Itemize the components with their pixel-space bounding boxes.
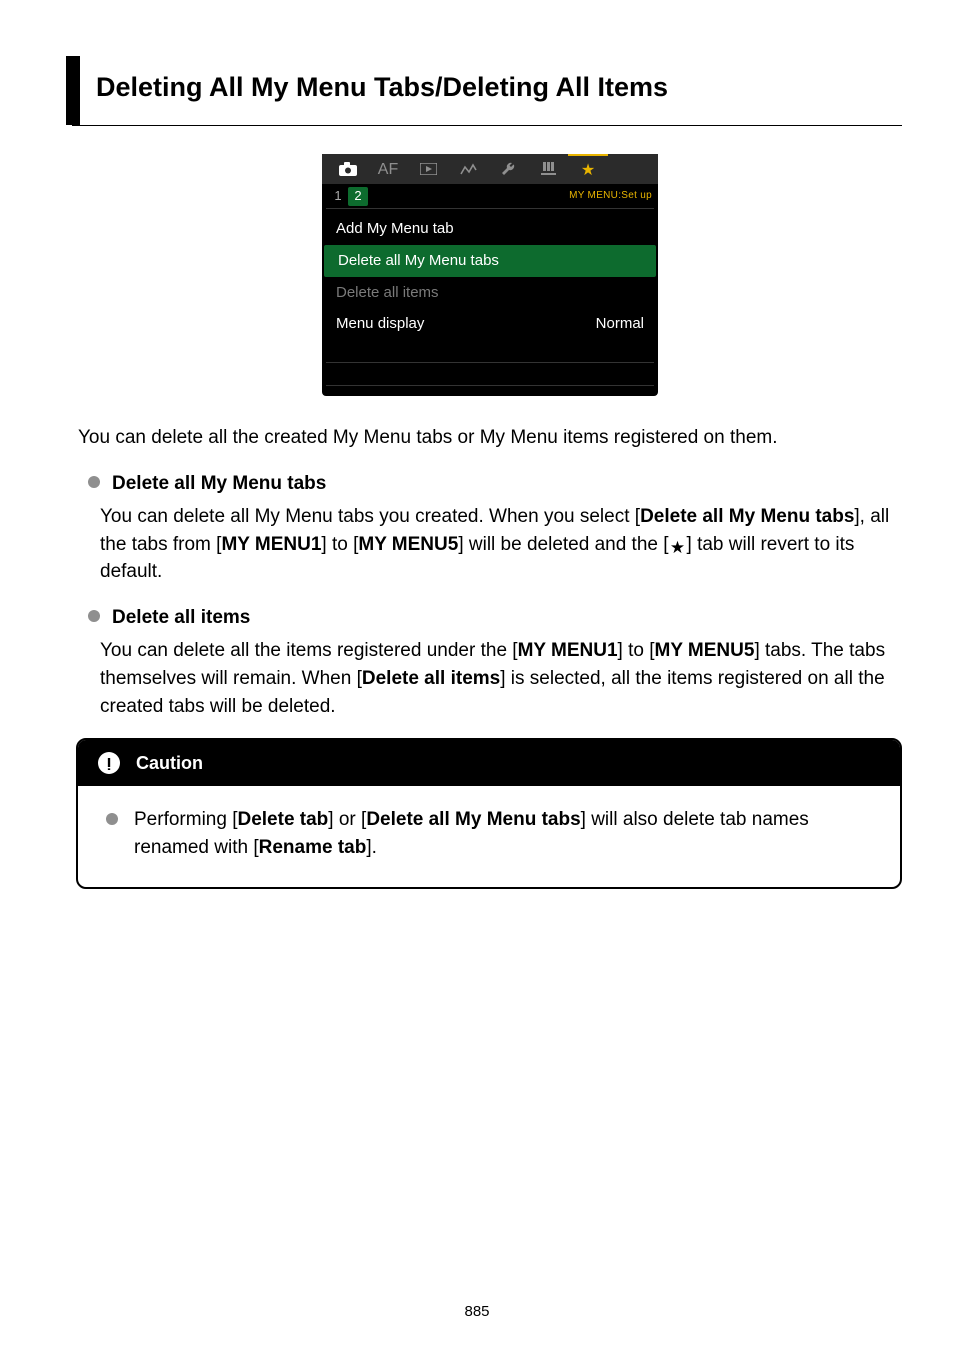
bold-text: MY MENU1 — [518, 640, 618, 661]
bullet-dot-icon — [88, 476, 100, 488]
menu-subtabs-row: 1 2 MY MENU:Set up — [322, 184, 658, 208]
wrench-icon — [488, 154, 528, 184]
caution-body: Performing [Delete tab] or [Delete all M… — [78, 786, 900, 887]
caution-box: i Caution Performing [Delete tab] or [De… — [76, 738, 902, 889]
bullet-dot-icon — [106, 813, 118, 825]
af-tab-label: AF — [368, 154, 408, 184]
menu-item-delete-items: Delete all items — [322, 277, 658, 309]
caution-icon: i — [98, 752, 120, 774]
menu-item-menu-display: Menu display Normal — [322, 308, 658, 340]
camera-icon — [328, 154, 368, 184]
text: You can delete all My Menu tabs you crea… — [100, 506, 640, 527]
section-delete-items-heading: Delete all items — [88, 604, 902, 632]
bold-text: Delete all items — [362, 668, 500, 689]
text: You can delete all the items registered … — [100, 640, 518, 661]
heading-text: Deleting All My Menu Tabs/Deleting All I… — [96, 68, 890, 107]
bold-text: Delete all My Menu tabs — [640, 506, 854, 527]
bold-text: MY MENU5 — [655, 640, 755, 661]
menu-item-label: Menu display — [336, 313, 596, 335]
bold-text: Rename tab — [259, 837, 367, 858]
camera-menu-screenshot: AF ★ 1 2 MY MENU:Set up Add My Menu t — [322, 154, 658, 396]
menu-item-value: Normal — [596, 313, 644, 335]
caution-heading: i Caution — [78, 740, 900, 786]
bold-text: Delete all My Menu tabs — [366, 809, 580, 830]
section-delete-tabs-body: You can delete all My Menu tabs you crea… — [100, 503, 902, 586]
bold-text: MY MENU5 — [358, 534, 458, 555]
bold-text: MY MENU1 — [221, 534, 321, 555]
text: ] to [ — [618, 640, 655, 661]
menu-item-label: Delete all items — [336, 282, 644, 304]
subtab-1: 1 — [328, 187, 348, 206]
menu-items-list: Add My Menu tab Delete all My Menu tabs … — [322, 209, 658, 396]
menu-item-label: Delete all My Menu tabs — [338, 250, 642, 272]
section-heading: Deleting All My Menu Tabs/Deleting All I… — [72, 56, 902, 126]
menu-item-delete-tabs: Delete all My Menu tabs — [324, 245, 656, 277]
text: ] to [ — [321, 534, 358, 555]
heading-side-bar — [66, 56, 80, 125]
star-icon: ★ — [568, 154, 608, 184]
page-number: 885 — [0, 1301, 954, 1323]
menu-item-add: Add My Menu tab — [322, 213, 658, 245]
section-title: Delete all My Menu tabs — [112, 470, 326, 498]
bold-text: Delete tab — [237, 809, 328, 830]
subtab-section-label: MY MENU:Set up — [569, 189, 652, 204]
wireless-icon — [448, 154, 488, 184]
text: ] will be deleted and the [ — [458, 534, 668, 555]
text: Performing [ — [134, 809, 237, 830]
star-inline-icon: ★ — [669, 539, 687, 557]
menu-item-label: Add My Menu tab — [336, 218, 644, 240]
play-icon — [408, 154, 448, 184]
section-title: Delete all items — [112, 604, 250, 632]
section-delete-tabs-heading: Delete all My Menu tabs — [88, 470, 902, 498]
section-delete-items-body: You can delete all the items registered … — [100, 637, 902, 720]
custom-icon — [528, 154, 568, 184]
subtab-2: 2 — [348, 187, 368, 206]
bullet-dot-icon — [88, 610, 100, 622]
menu-tabs-row: AF ★ — [322, 154, 658, 184]
caution-title: Caution — [136, 750, 203, 776]
text: ]. — [366, 837, 377, 858]
intro-paragraph: You can delete all the created My Menu t… — [78, 424, 902, 452]
caution-text: Performing [Delete tab] or [Delete all M… — [134, 806, 878, 861]
text: ] or [ — [328, 809, 366, 830]
